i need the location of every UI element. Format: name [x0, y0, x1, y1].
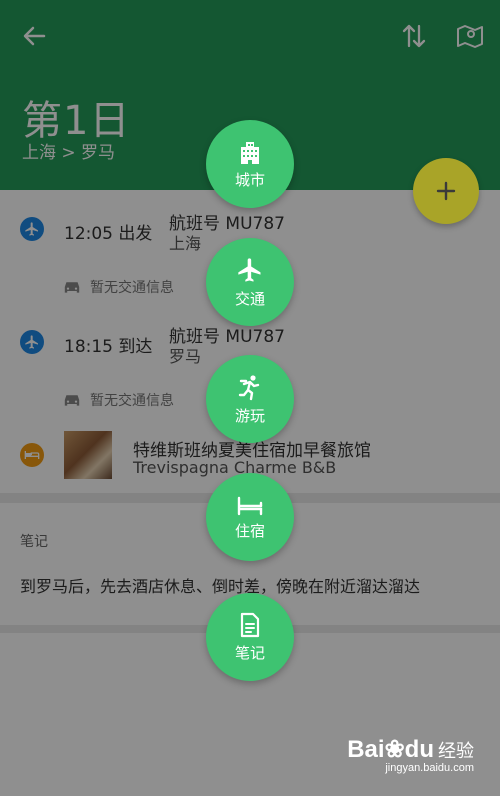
menu-stay-button[interactable]: 住宿 — [206, 473, 294, 561]
bed-icon — [237, 496, 263, 515]
menu-city-button[interactable]: 城市 — [206, 120, 294, 208]
document-icon — [240, 612, 260, 637]
menu-transport-label: 交通 — [234, 289, 265, 308]
airplane-icon — [238, 257, 261, 282]
menu-play-label: 游玩 — [234, 406, 265, 425]
plus-icon — [436, 181, 456, 201]
menu-transport-button[interactable]: 交通 — [206, 238, 294, 326]
paw-icon: ❀ — [384, 736, 405, 763]
menu-city-label: 城市 — [234, 170, 265, 189]
baidu-watermark: Bai❀du 经验 jingyan.baidu.com — [347, 735, 474, 774]
watermark-logo: Bai❀du 经验 — [347, 736, 474, 763]
menu-stay-label: 住宿 — [234, 521, 265, 540]
running-person-icon — [238, 374, 260, 400]
building-icon — [241, 141, 259, 164]
menu-play-button[interactable]: 游玩 — [206, 355, 294, 443]
menu-note-label: 笔记 — [234, 643, 265, 662]
add-fab-button[interactable] — [413, 158, 479, 224]
menu-note-button[interactable]: 笔记 — [206, 593, 294, 681]
